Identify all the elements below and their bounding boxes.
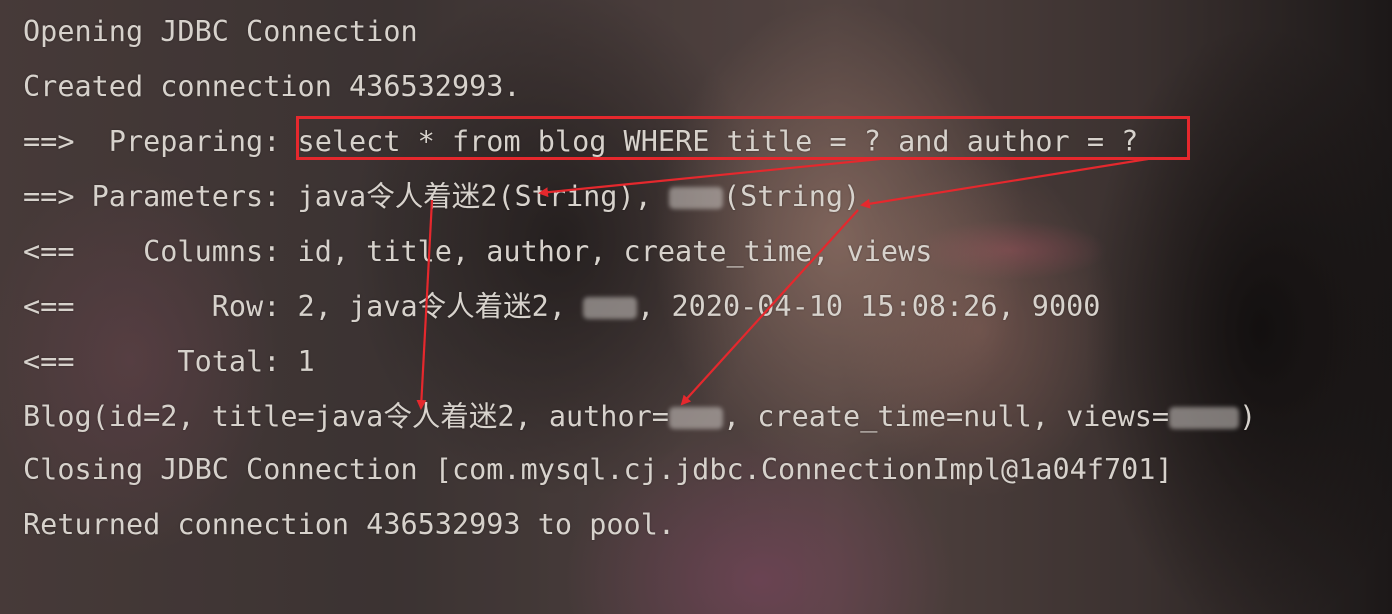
arrow-title-result — [416, 199, 434, 410]
annotation-arrows — [416, 157, 1149, 410]
arrow-title-param — [538, 157, 881, 198]
arrow-author-param — [860, 157, 1149, 209]
arrow-author-result — [680, 209, 859, 406]
